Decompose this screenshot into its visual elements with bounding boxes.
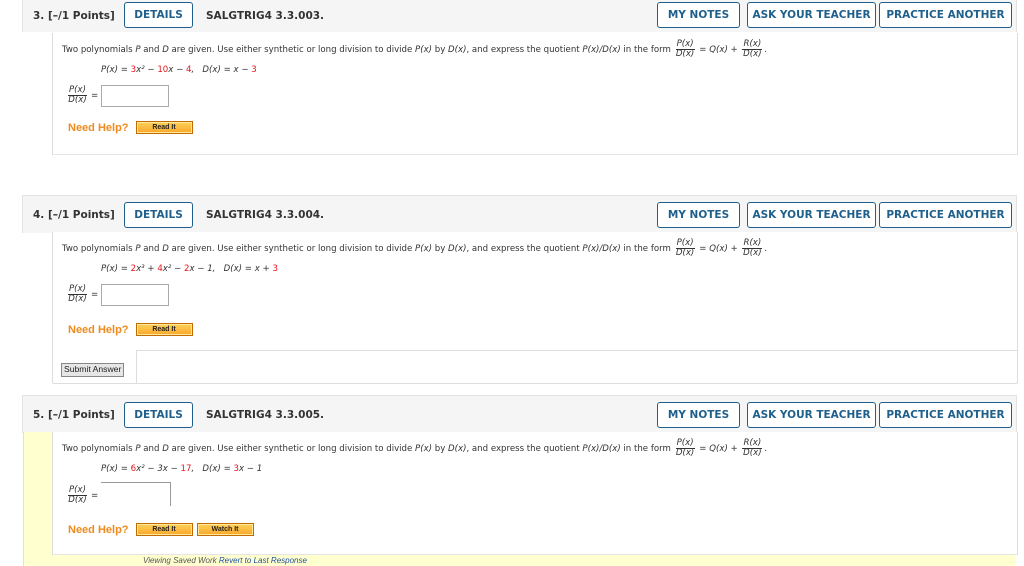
p-term: x² −	[162, 264, 184, 274]
p-term: 17	[180, 464, 192, 474]
answer-row: P(x) D(x) =	[66, 481, 172, 508]
need-help-label: Need Help?	[68, 323, 129, 336]
question-body: Two polynomials P and D are given. Use e…	[52, 33, 1018, 155]
answer-input[interactable]	[101, 481, 172, 506]
d-term: x +	[254, 264, 273, 274]
question-number-points: 5. [–/1 Points]	[33, 409, 115, 421]
ask-your-teacher-button[interactable]: ASK YOUR TEACHER	[747, 402, 876, 428]
answer-fraction-label: P(x) D(x)	[68, 485, 87, 505]
practice-another-button[interactable]: PRACTICE ANOTHER	[879, 402, 1012, 428]
question-header: 5. [–/1 Points] DETAILS SALGTRIG4 3.3.00…	[22, 395, 1017, 433]
d-term: 3	[251, 65, 257, 75]
p-term: x² − 3x −	[136, 464, 181, 474]
equals: =	[242, 264, 255, 274]
read-it-button[interactable]: Read It	[135, 523, 193, 536]
d-lhs: D(x)	[202, 65, 221, 75]
p-lhs: P(x)	[101, 464, 118, 474]
question-prompt: Two polynomials P and D are given. Use e…	[62, 438, 767, 458]
submit-area-right	[136, 350, 1018, 384]
given-polynomials: P(x) = 6x² − 3x − 17, D(x) = 3x − 1	[101, 464, 262, 474]
my-notes-button[interactable]: MY NOTES	[657, 202, 740, 228]
need-help-label: Need Help?	[68, 121, 129, 134]
d-lhs: D(x)	[223, 264, 243, 274]
given-polynomials: P(x) = 2x³ + 4x² − 2x − 1, D(x) = x + 3	[101, 264, 278, 274]
my-notes-button[interactable]: MY NOTES	[657, 402, 740, 428]
revert-to-last-response-link[interactable]: Revert to Last Response	[219, 556, 307, 565]
question-code: SALGTRIG4 3.3.003.	[206, 10, 325, 22]
equals: =	[220, 65, 234, 75]
question-prompt: Two polynomials P and D are given. Use e…	[62, 39, 767, 59]
answer-fraction-label: P(x) D(x)	[68, 284, 87, 304]
ask-your-teacher-button[interactable]: ASK YOUR TEACHER	[747, 2, 876, 28]
p-term: x³ +	[136, 264, 158, 274]
watch-it-button[interactable]: Watch It	[196, 523, 254, 536]
question-code: SALGTRIG4 3.3.004.	[206, 209, 325, 221]
question-body: Two polynomials P and D are given. Use e…	[52, 432, 1018, 555]
question-body: Two polynomials P and D are given. Use e…	[52, 232, 1018, 350]
d-term: 3	[272, 264, 278, 274]
answer-input[interactable]	[101, 283, 170, 306]
practice-another-button[interactable]: PRACTICE ANOTHER	[879, 202, 1012, 228]
answer-input[interactable]	[101, 84, 170, 107]
need-help-label: Need Help?	[68, 523, 129, 536]
my-notes-button[interactable]: MY NOTES	[657, 2, 740, 28]
d-term: x − 1	[238, 464, 263, 474]
details-button[interactable]: DETAILS	[124, 402, 193, 428]
question-header: 4. [–/1 Points] DETAILS SALGTRIG4 3.3.00…	[22, 195, 1017, 233]
need-help-row: Need Help? Read It Watch It	[68, 523, 258, 536]
answer-row: P(x) D(x) =	[66, 83, 170, 108]
equals: =	[117, 264, 131, 274]
details-button[interactable]: DETAILS	[124, 2, 193, 28]
p-lhs: P(x)	[101, 264, 118, 274]
equals: =	[117, 464, 131, 474]
p-term: x −	[168, 65, 187, 75]
answer-fraction-label: P(x) D(x)	[68, 85, 87, 105]
d-term: x −	[233, 65, 252, 75]
equals: =	[220, 464, 234, 474]
p-term: x² −	[136, 65, 158, 75]
read-it-button[interactable]: Read It	[135, 121, 193, 134]
given-polynomials: P(x) = 3x² − 10x − 4, D(x) = x − 3	[101, 65, 257, 75]
saved-work-status: Viewing Saved Work Revert to Last Respon…	[143, 556, 307, 565]
p-term: 10	[157, 65, 169, 75]
ask-your-teacher-button[interactable]: ASK YOUR TEACHER	[747, 202, 876, 228]
question-code: SALGTRIG4 3.3.005.	[206, 409, 325, 421]
need-help-row: Need Help? Read It	[68, 121, 197, 134]
submit-answer-button[interactable]: Submit Answer	[61, 363, 125, 377]
question-prompt: Two polynomials P and D are given. Use e…	[62, 238, 767, 258]
details-button[interactable]: DETAILS	[124, 202, 193, 228]
answer-row: P(x) D(x) =	[66, 282, 170, 307]
question-number-points: 4. [–/1 Points]	[33, 209, 115, 221]
question-number-points: 3. [–/1 Points]	[33, 10, 115, 22]
practice-another-button[interactable]: PRACTICE ANOTHER	[879, 2, 1012, 28]
p-term: x − 1,	[189, 264, 216, 274]
p-lhs: P(x)	[101, 65, 118, 75]
question-header: 3. [–/1 Points] DETAILS SALGTRIG4 3.3.00…	[22, 0, 1017, 32]
need-help-row: Need Help? Read It	[68, 323, 197, 336]
equals: =	[117, 65, 131, 75]
d-lhs: D(x)	[202, 464, 221, 474]
read-it-button[interactable]: Read It	[135, 323, 193, 336]
